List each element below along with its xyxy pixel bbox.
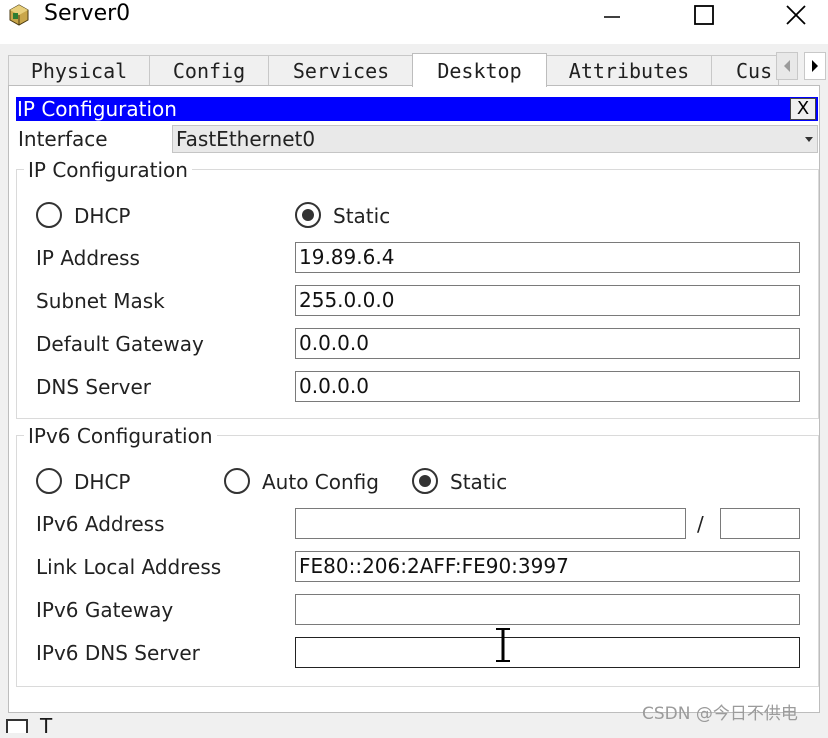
maximize-icon [694,5,714,25]
tab-custom[interactable]: Cus [711,55,779,86]
maximize-button[interactable] [676,0,732,30]
minimize-icon [604,16,620,18]
close-ip-config-button[interactable]: X [790,98,816,120]
default-gateway-field[interactable]: 0.0.0.0 [295,328,800,359]
server-app-icon [9,4,29,26]
link-local-address-field[interactable]: FE80::206:2AFF:FE90:3997 [295,551,800,582]
text-cursor-icon [496,628,510,662]
close-window-button[interactable] [768,0,824,30]
ipv6-auto-config-label: Auto Config [262,470,379,494]
tab-services[interactable]: Services [268,55,414,86]
interface-select[interactable]: FastEthernet0 [172,125,818,153]
tab-strip: Physical Config Services Desktop Attribu… [0,44,828,87]
ipv6-address-label: IPv6 Address [36,512,165,536]
tab-config[interactable]: Config [149,55,269,86]
close-icon [786,5,806,25]
ipv6-address-field[interactable] [295,508,686,539]
ipv6-static-label: Static [450,470,508,494]
ip-address-field[interactable]: 19.89.6.4 [295,242,800,273]
ipv6-gateway-field[interactable] [295,594,800,625]
chevron-right-icon [812,60,818,72]
footer-partial-text: T [40,714,53,738]
chevron-left-icon [784,60,790,72]
ipv6-gateway-label: IPv6 Gateway [36,598,174,622]
ipv4-group-legend: IP Configuration [24,157,192,183]
link-local-address-label: Link Local Address [36,555,222,579]
interface-select-value: FastEthernet0 [176,127,316,151]
ip-config-header: IP Configuration [16,97,818,121]
dns-server-field[interactable]: 0.0.0.0 [295,371,800,402]
prefix-separator: / [697,512,704,536]
ipv4-static-label: Static [333,204,391,228]
ip-config-header-title: IP Configuration [17,97,177,121]
ipv6-group-legend: IPv6 Configuration [24,423,217,449]
interface-label: Interface [18,127,108,151]
default-gateway-label: Default Gateway [36,332,204,356]
title-bar: Server0 [0,0,828,44]
tab-attributes[interactable]: Attributes [546,55,712,86]
ipv4-static-radio[interactable] [295,202,321,228]
tab-scroll-right-button[interactable] [804,52,826,80]
ipv6-prefix-field[interactable] [720,508,800,539]
minimize-button[interactable] [584,0,640,30]
ipv4-dhcp-label: DHCP [74,204,131,228]
ipv4-dhcp-radio[interactable] [36,202,62,228]
ip-address-label: IP Address [36,246,140,270]
subnet-mask-label: Subnet Mask [36,289,165,313]
ipv6-dhcp-radio[interactable] [36,468,62,494]
dns-server-label: DNS Server [36,375,151,399]
tab-desktop[interactable]: Desktop [412,53,547,87]
tab-scroll-left-button[interactable] [776,52,798,80]
watermark: CSDN @今日不供电 [642,704,798,724]
ipv6-auto-config-radio[interactable] [224,468,250,494]
ipv6-static-radio[interactable] [412,468,438,494]
subnet-mask-field[interactable]: 255.0.0.0 [295,285,800,316]
window-title: Server0 [44,1,131,26]
chevron-down-icon [805,137,813,142]
ipv6-dns-server-label: IPv6 DNS Server [36,641,200,665]
footer-checkbox[interactable] [6,719,28,733]
ipv6-dhcp-label: DHCP [74,470,131,494]
tab-physical[interactable]: Physical [8,55,150,86]
ipv6-dns-server-field[interactable] [295,637,800,668]
